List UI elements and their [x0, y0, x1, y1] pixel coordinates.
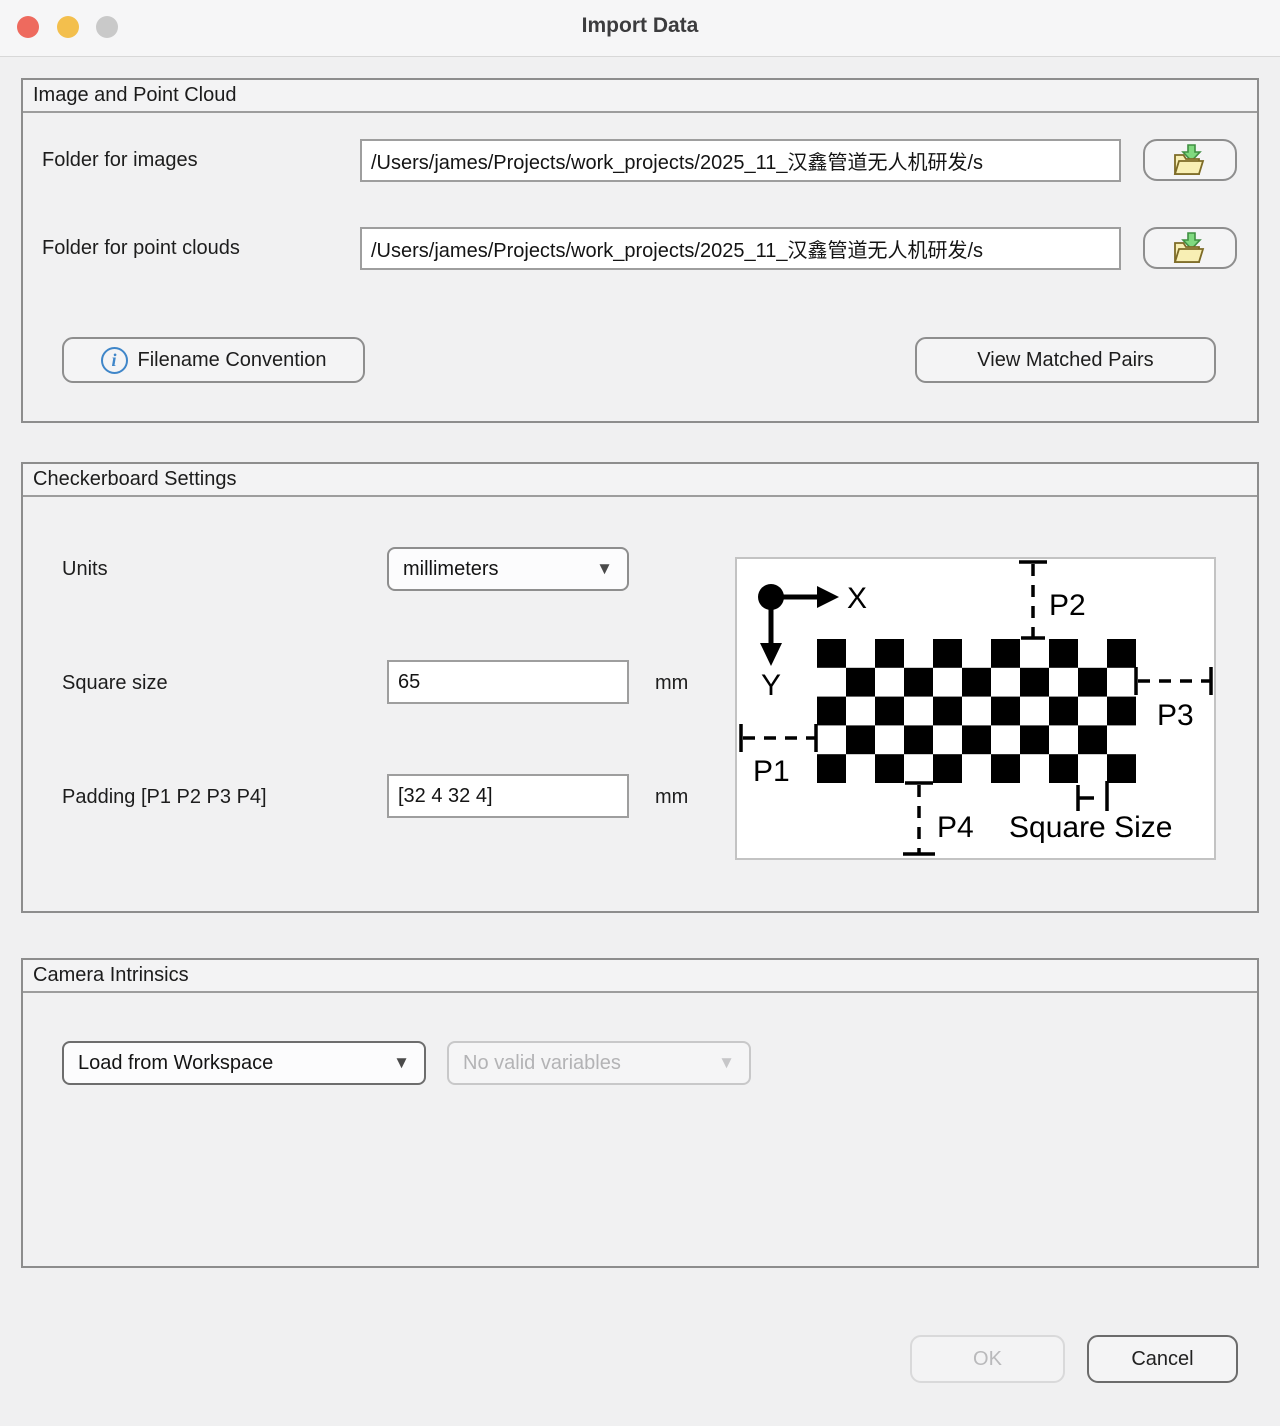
window-title: Import Data: [0, 14, 1280, 38]
folder-images-label: Folder for images: [42, 149, 198, 172]
folder-pointclouds-label: Folder for point clouds: [42, 237, 240, 260]
section-camera-intrinsics: Camera Intrinsics: [21, 958, 1259, 1268]
square-size-input[interactable]: [387, 660, 629, 704]
square-size-diagram-label: Square Size: [1009, 811, 1172, 844]
square-size-unit: mm: [655, 672, 688, 695]
x-axis-label: X: [847, 582, 867, 615]
y-axis-label: Y: [761, 669, 781, 702]
section-title: Checkerboard Settings: [23, 464, 1257, 497]
p4-label: P4: [937, 811, 974, 844]
units-value: millimeters: [403, 558, 499, 581]
ok-label: OK: [973, 1348, 1002, 1371]
p1-measure: [741, 724, 816, 752]
checkerboard-diagram-svg: X Y P2 P3 P1 P4: [737, 559, 1214, 858]
p2-label: P2: [1049, 589, 1086, 622]
folder-import-icon: [1170, 144, 1210, 177]
section-title: Image and Point Cloud: [23, 80, 1257, 113]
square-size-label: Square size: [62, 672, 168, 695]
folder-import-icon: [1170, 232, 1210, 265]
browse-images-button[interactable]: [1143, 139, 1237, 181]
padding-input[interactable]: [387, 774, 629, 818]
intrinsics-variable-dropdown: No valid variables ▼: [447, 1041, 751, 1085]
units-label: Units: [62, 558, 108, 581]
cancel-button[interactable]: Cancel: [1087, 1335, 1238, 1383]
cancel-label: Cancel: [1131, 1348, 1193, 1371]
intrinsics-source-dropdown[interactable]: Load from Workspace ▼: [62, 1041, 426, 1085]
chevron-down-icon: ▼: [718, 1053, 735, 1073]
intrinsics-variable-value: No valid variables: [463, 1052, 621, 1075]
p4-measure: [903, 783, 935, 854]
chevron-down-icon: ▼: [393, 1053, 410, 1073]
p1-label: P1: [753, 755, 790, 788]
padding-label: Padding [P1 P2 P3 P4]: [62, 786, 267, 809]
chevron-down-icon: ▼: [596, 559, 613, 579]
checkerboard-diagram: X Y P2 P3 P1 P4: [735, 557, 1216, 860]
view-matched-pairs-button[interactable]: View Matched Pairs: [915, 337, 1216, 383]
units-dropdown[interactable]: millimeters ▼: [387, 547, 629, 591]
p3-label: P3: [1157, 699, 1194, 732]
filename-convention-button[interactable]: i Filename Convention: [62, 337, 365, 383]
section-title: Camera Intrinsics: [23, 960, 1257, 993]
square-size-measure: [1078, 781, 1107, 811]
padding-unit: mm: [655, 786, 688, 809]
browse-pointclouds-button[interactable]: [1143, 227, 1237, 269]
title-bar: Import Data: [0, 0, 1280, 57]
view-matched-pairs-label: View Matched Pairs: [977, 349, 1153, 372]
checkerboard-grid: [817, 639, 1136, 783]
ok-button: OK: [910, 1335, 1065, 1383]
folder-pointclouds-input[interactable]: [360, 227, 1121, 270]
info-icon: i: [101, 347, 128, 374]
filename-convention-label: Filename Convention: [138, 349, 327, 372]
p3-measure: [1136, 667, 1211, 695]
folder-images-input[interactable]: [360, 139, 1121, 182]
p2-measure: [1019, 562, 1047, 638]
intrinsics-source-value: Load from Workspace: [78, 1052, 273, 1075]
